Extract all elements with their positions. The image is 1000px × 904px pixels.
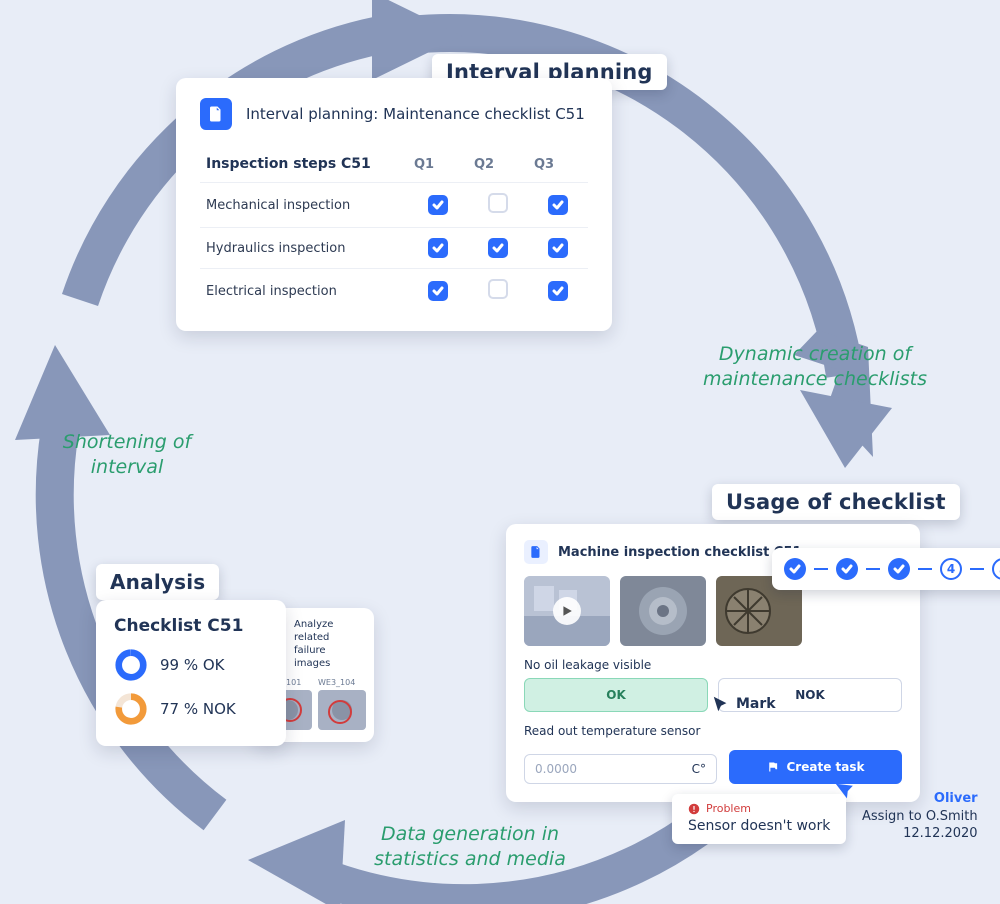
step-done: [836, 558, 858, 580]
stat-ok: 99 % OK: [114, 648, 268, 682]
cell-checkbox: [408, 228, 468, 269]
usage-title: Machine inspection checklist C51: [558, 545, 802, 560]
col-q2: Q2: [468, 146, 528, 183]
checkbox[interactable]: [488, 238, 508, 258]
document-icon: [200, 98, 232, 130]
step-connector: [814, 568, 828, 570]
checkbox[interactable]: [488, 193, 508, 213]
cell-checkbox: [408, 269, 468, 314]
analysis-card: Checklist C51 99 % OK 77 % NOK: [96, 600, 286, 746]
cursor-icon: [712, 695, 730, 713]
assign-user: Oliver: [862, 790, 978, 808]
cell-checkbox: [468, 228, 528, 269]
stat-nok-label: 77 % NOK: [160, 700, 236, 718]
image-thumbnail[interactable]: [620, 576, 706, 646]
document-icon: [524, 540, 548, 564]
checkbox[interactable]: [488, 279, 508, 299]
cell-checkbox: [528, 269, 588, 314]
col-q1: Q1: [408, 146, 468, 183]
checkbox[interactable]: [548, 238, 568, 258]
user-cursor-oliver: [836, 778, 858, 804]
note-data-generation: Data generation in statistics and media: [360, 822, 580, 871]
cell-checkbox: [468, 269, 528, 314]
video-thumbnail[interactable]: [524, 576, 610, 646]
step-connector: [918, 568, 932, 570]
alert-icon: [688, 803, 700, 815]
cell-checkbox: [528, 183, 588, 228]
label-usage-checklist: Usage of checklist: [712, 484, 960, 520]
failure-image-thumbnail[interactable]: [318, 690, 366, 730]
row-label: Mechanical inspection: [200, 183, 408, 228]
checkbox[interactable]: [548, 195, 568, 215]
check-item-label: No oil leakage visible: [524, 658, 902, 672]
problem-message: Sensor doesn't work: [688, 818, 830, 834]
image-label: WE3_104: [318, 678, 366, 687]
col-q3: Q3: [528, 146, 588, 183]
checkbox[interactable]: [428, 238, 448, 258]
table-row: Electrical inspection: [200, 269, 588, 314]
interval-title: Interval planning: Maintenance checklist…: [246, 105, 585, 123]
step-pending[interactable]: 4: [940, 558, 962, 580]
ok-button[interactable]: OK: [524, 678, 708, 712]
problem-label: Problem: [706, 802, 751, 815]
col-steps: Inspection steps C51: [200, 146, 408, 183]
cursor-icon: [833, 775, 861, 803]
checkbox[interactable]: [548, 281, 568, 301]
assign-to: Assign to O.Smith: [862, 808, 978, 826]
play-icon[interactable]: [524, 576, 610, 646]
cursor-user-label: Mark: [736, 696, 776, 712]
assign-date: 12.12.2020: [862, 825, 978, 843]
user-cursor-mark: Mark: [712, 695, 776, 713]
donut-chart-icon: [114, 692, 148, 726]
inspection-table: Inspection steps C51 Q1 Q2 Q3 Mechanical…: [200, 146, 588, 313]
step-connector: [866, 568, 880, 570]
create-task-button[interactable]: Create task: [729, 750, 902, 784]
analyze-title: Analyze related failure images: [294, 618, 364, 670]
input-placeholder: 0.0000: [535, 762, 577, 776]
checkbox[interactable]: [428, 281, 448, 301]
note-shortening: Shortening of interval: [62, 430, 192, 479]
temperature-input[interactable]: 0.0000 C°: [524, 754, 717, 784]
step-done: [888, 558, 910, 580]
stat-nok: 77 % NOK: [114, 692, 268, 726]
table-row: Mechanical inspection: [200, 183, 588, 228]
assign-info: Oliver Assign to O.Smith 12.12.2020: [862, 790, 978, 843]
row-label: Hydraulics inspection: [200, 228, 408, 269]
checkbox[interactable]: [428, 195, 448, 215]
step-done: [784, 558, 806, 580]
interval-planning-card: Interval planning: Maintenance checklist…: [176, 78, 612, 331]
cell-checkbox: [528, 228, 588, 269]
create-task-label: Create task: [787, 760, 865, 774]
row-label: Electrical inspection: [200, 269, 408, 314]
analysis-title: Checklist C51: [114, 616, 268, 636]
cell-checkbox: [468, 183, 528, 228]
progress-stepper: 4 5: [772, 548, 1000, 590]
table-row: Hydraulics inspection: [200, 228, 588, 269]
problem-chip: Problem Sensor doesn't work: [672, 794, 846, 844]
step-connector: [970, 568, 984, 570]
stat-ok-label: 99 % OK: [160, 656, 225, 674]
label-analysis: Analysis: [96, 564, 219, 600]
step-pending[interactable]: 5: [992, 558, 1000, 580]
input-unit: C°: [692, 762, 706, 776]
flag-icon: [767, 761, 779, 773]
check-item-label: Read out temperature sensor: [524, 724, 902, 738]
donut-chart-icon: [114, 648, 148, 682]
note-dynamic-creation: Dynamic creation of maintenance checklis…: [700, 342, 930, 391]
cell-checkbox: [408, 183, 468, 228]
